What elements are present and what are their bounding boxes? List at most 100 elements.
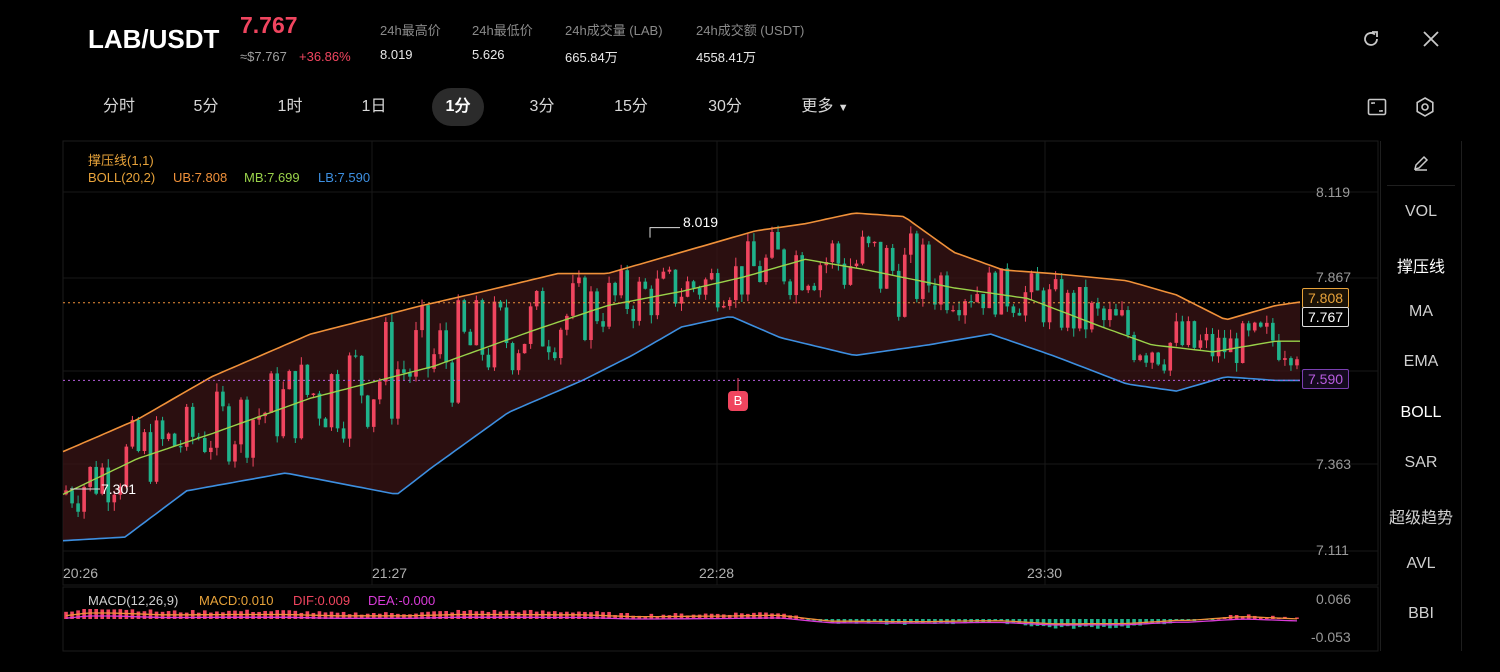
- candle-body: [1114, 309, 1118, 316]
- candle-body: [172, 433, 177, 447]
- candle-body: [709, 273, 714, 280]
- legend-dif: DIF:0.009: [293, 593, 351, 608]
- candle-body: [1240, 323, 1245, 363]
- candle-body: [1295, 359, 1299, 366]
- indicator-supertrend[interactable]: 超级趋势: [1381, 504, 1461, 528]
- candle-body: [1210, 333, 1215, 357]
- candle-body: [667, 269, 672, 272]
- candle-body: [860, 236, 865, 264]
- candle-body: [770, 232, 774, 258]
- legend-support-resistance: 撑压线(1,1): [88, 153, 154, 168]
- candle-body: [456, 300, 461, 403]
- macd-axis-label: -0.053: [1311, 629, 1351, 645]
- low-price-annotation: 7.301: [101, 481, 137, 497]
- candle-body: [1138, 355, 1142, 361]
- legend-dea: DEA:-0.000: [368, 593, 436, 608]
- candle-body: [896, 270, 901, 317]
- candle-body: [474, 300, 479, 346]
- indicator-vol[interactable]: VOL: [1381, 203, 1461, 221]
- candle-body: [595, 291, 599, 322]
- candle-body: [902, 254, 907, 317]
- candle-body: [76, 503, 80, 512]
- candle-body: [1077, 287, 1082, 329]
- candle-body: [1277, 340, 1281, 360]
- legend-lb: LB:7.590: [318, 170, 371, 185]
- candle-body: [908, 233, 913, 255]
- candle-body: [444, 330, 448, 363]
- candle-body: [649, 288, 654, 316]
- candle-body: [1150, 352, 1154, 363]
- legend-macd-name: MACD(12,26,9): [88, 593, 179, 608]
- indicator-panel: VOL 撑压线 MA EMA BOLL SAR 超级趋势 AVL BBI: [1380, 141, 1462, 651]
- indicator-avl[interactable]: AVL: [1381, 555, 1461, 573]
- macd-histogram-bar: [1059, 619, 1064, 628]
- panel-divider: [1387, 185, 1455, 186]
- candle-body: [178, 446, 183, 448]
- candle-body: [82, 486, 86, 512]
- candle-body: [1120, 310, 1124, 316]
- candle-body: [740, 266, 744, 295]
- candle-body: [534, 291, 539, 307]
- indicator-boll[interactable]: BOLL: [1381, 404, 1461, 422]
- macd-histogram-bar: [100, 609, 105, 619]
- indicator-bbi[interactable]: BBI: [1381, 605, 1461, 623]
- candle-body: [1083, 287, 1088, 330]
- candle-body: [999, 268, 1004, 315]
- legend-boll: BOLL(20,2): [88, 170, 156, 185]
- candle-body: [619, 270, 623, 296]
- candle-body: [697, 287, 702, 295]
- macd-histogram-bar: [124, 609, 129, 619]
- time-axis-label: 22:28: [699, 565, 735, 581]
- candle-body: [450, 362, 455, 403]
- candle-body: [528, 306, 533, 344]
- candle-body: [504, 307, 509, 344]
- kline-chart[interactable]: [0, 0, 1500, 672]
- candle-body: [1252, 322, 1257, 331]
- candle-body: [215, 391, 219, 448]
- candle-body: [691, 281, 696, 288]
- time-axis-label: 20:26: [63, 565, 99, 581]
- candle-body: [752, 241, 756, 267]
- candle-body: [1029, 273, 1034, 293]
- high-pointer-line: [649, 227, 680, 238]
- last-price-tag: 7.767: [1302, 307, 1350, 327]
- candle-body: [1011, 306, 1016, 313]
- candle-body: [1192, 321, 1197, 348]
- candle-body: [927, 244, 931, 286]
- indicator-sar[interactable]: SAR: [1381, 454, 1461, 472]
- candle-body: [221, 391, 225, 407]
- indicator-ma[interactable]: MA: [1381, 303, 1461, 321]
- candle-body: [251, 419, 255, 458]
- macd-histogram-bar: [94, 609, 98, 619]
- candle-body: [613, 282, 617, 296]
- buy-marker[interactable]: B: [728, 391, 748, 411]
- candle-body: [872, 241, 877, 244]
- pencil-icon[interactable]: [1411, 153, 1431, 173]
- candle-body: [915, 233, 919, 299]
- candle-body: [975, 294, 979, 302]
- candle-body: [559, 329, 563, 359]
- candle-body: [1041, 290, 1046, 323]
- candle-body: [643, 281, 648, 289]
- candle-body: [202, 438, 207, 453]
- indicator-support-resistance[interactable]: 撑压线: [1381, 253, 1461, 277]
- candle-body: [776, 232, 780, 250]
- candle-body: [679, 296, 684, 304]
- macd-histogram-bar: [516, 612, 521, 619]
- candle-body: [715, 273, 720, 308]
- candle-body: [420, 305, 424, 331]
- candle-body: [70, 490, 74, 504]
- macd-histogram-bar: [136, 611, 141, 619]
- macd-histogram-bar: [142, 611, 147, 619]
- candle-body: [130, 419, 135, 447]
- candle-body: [371, 399, 376, 427]
- candle-body: [384, 322, 388, 382]
- candle-body: [854, 263, 859, 267]
- candle-body: [438, 330, 442, 355]
- candle-body: [1216, 337, 1221, 357]
- candle-body: [890, 247, 895, 271]
- indicator-ema[interactable]: EMA: [1381, 353, 1461, 371]
- candle-body: [951, 310, 955, 312]
- candle-body: [939, 275, 943, 305]
- candle-body: [1035, 273, 1040, 291]
